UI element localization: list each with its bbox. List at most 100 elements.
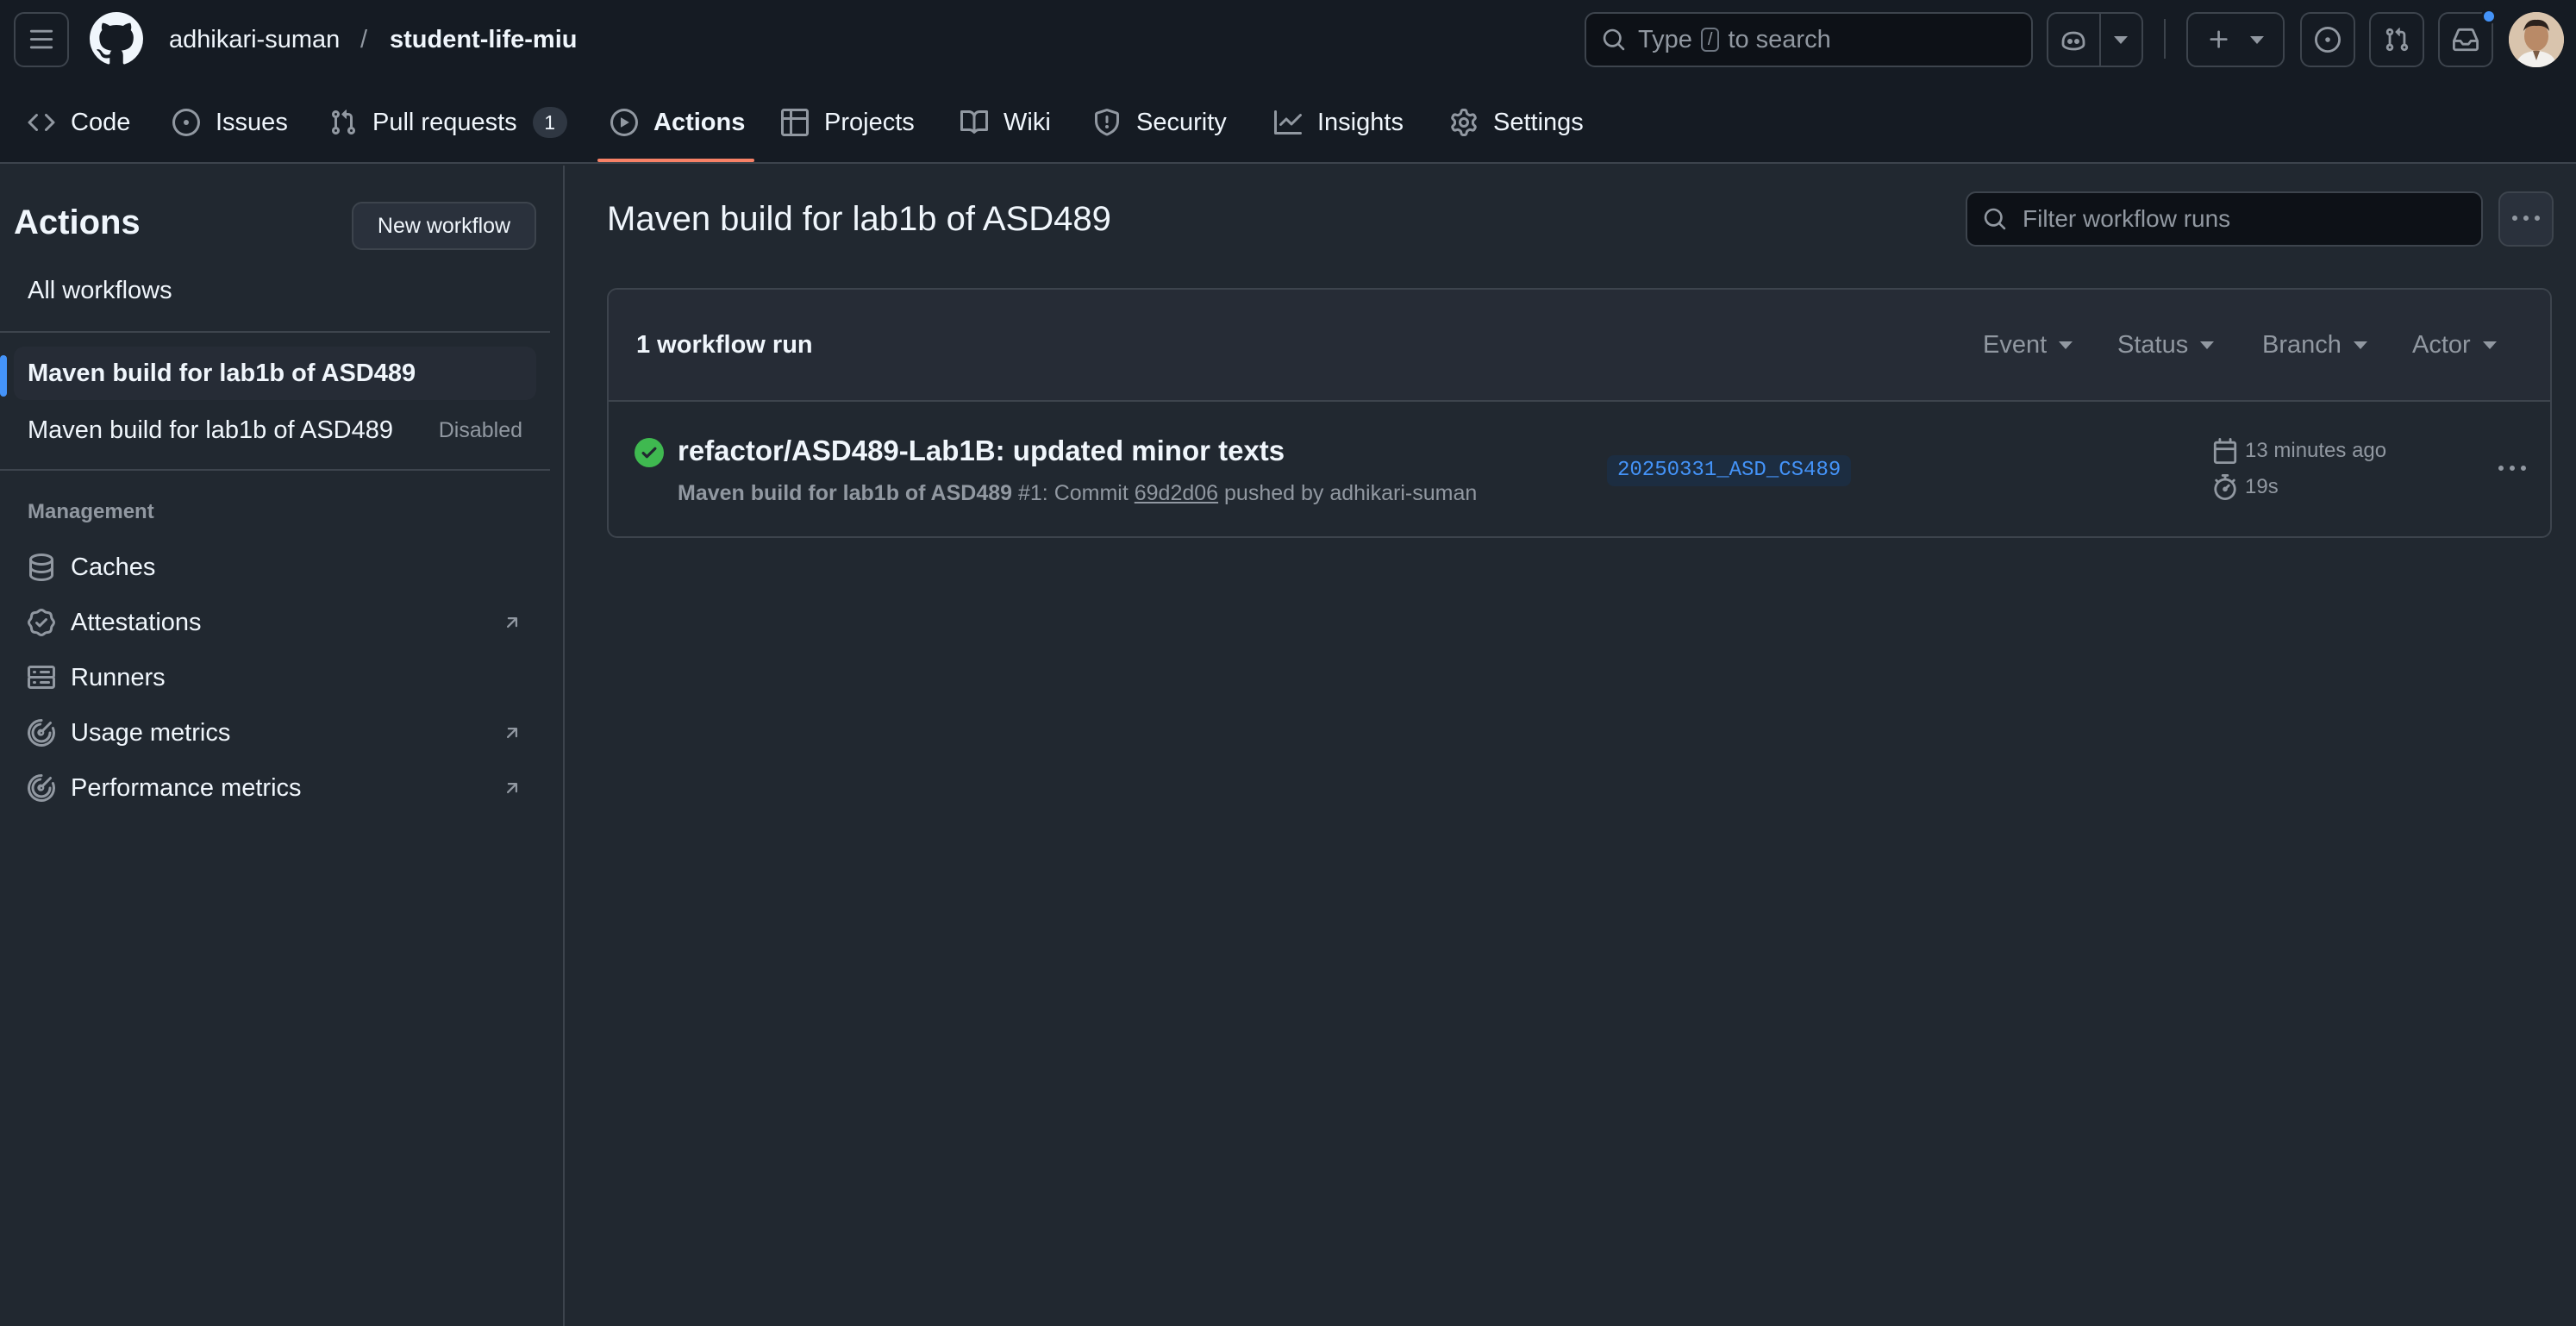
new-workflow-button[interactable]: New workflow bbox=[352, 202, 536, 250]
code-icon bbox=[28, 113, 55, 132]
graph-icon bbox=[1274, 110, 1302, 134]
meter-icon bbox=[28, 774, 55, 802]
copilot-icon bbox=[2062, 31, 2085, 51]
run-timestamp: 13 minutes ago bbox=[2212, 438, 2386, 464]
create-new-button[interactable] bbox=[2186, 12, 2285, 67]
filter-workflow-runs-input[interactable]: Filter workflow runs bbox=[1966, 191, 2483, 247]
run-commit-prefix: : Commit bbox=[1041, 481, 1129, 505]
chevron-down-icon bbox=[2114, 35, 2129, 44]
sidebar-item-all-workflows[interactable]: All workflows bbox=[14, 264, 536, 317]
inbox-icon bbox=[2453, 28, 2479, 52]
status-filter-dropdown[interactable]: Status bbox=[2117, 331, 2215, 360]
event-filter-dropdown[interactable]: Event bbox=[1983, 331, 2073, 360]
meter-icon bbox=[28, 719, 55, 747]
filter-label: Status bbox=[2117, 331, 2189, 359]
runs-list-header: 1 workflow run Event Status Branch Actor bbox=[609, 290, 2550, 402]
link-external-icon bbox=[506, 783, 518, 794]
tab-issues[interactable]: Issues bbox=[172, 102, 288, 143]
avatar[interactable] bbox=[2509, 12, 2564, 67]
kebab-horizontal-icon bbox=[2498, 466, 2526, 471]
page-title: Maven build for lab1b of ASD489 bbox=[607, 200, 1111, 238]
branch-filter-dropdown[interactable]: Branch bbox=[2262, 331, 2367, 360]
search-icon bbox=[1603, 28, 1625, 51]
runs-count: 1 workflow run bbox=[636, 331, 813, 359]
tab-label: Wiki bbox=[1004, 108, 1051, 136]
play-icon bbox=[610, 109, 638, 136]
tab-wiki[interactable]: Wiki bbox=[960, 102, 1051, 143]
menu-button[interactable] bbox=[14, 12, 69, 67]
run-duration: 19s bbox=[2212, 474, 2279, 500]
book-icon bbox=[960, 109, 988, 134]
git-pull-request-icon bbox=[2385, 28, 2409, 52]
issue-opened-icon bbox=[2315, 27, 2341, 53]
tab-actions[interactable]: Actions bbox=[610, 102, 745, 143]
tab-security[interactable]: Security bbox=[1093, 102, 1227, 143]
copilot-button-group bbox=[2047, 12, 2143, 67]
sidebar-item-usage-metrics[interactable]: Usage metrics bbox=[14, 707, 536, 759]
tab-label: Projects bbox=[824, 108, 915, 136]
sidebar-item-label: All workflows bbox=[28, 276, 172, 304]
issues-button[interactable] bbox=[2300, 12, 2355, 67]
breadcrumb-owner[interactable]: adhikari-suman bbox=[169, 22, 340, 57]
tab-pull-requests[interactable]: Pull requests 1 bbox=[329, 102, 567, 143]
sidebar-item-label: Maven build for lab1b of ASD489 bbox=[28, 359, 416, 387]
chevron-down-icon bbox=[2200, 341, 2215, 349]
sidebar-title: Actions bbox=[14, 203, 141, 241]
sidebar-item-attestations[interactable]: Attestations bbox=[14, 597, 536, 648]
gear-icon bbox=[1451, 109, 1477, 136]
sidebar-divider bbox=[0, 331, 550, 333]
github-logo-icon bbox=[90, 12, 143, 65]
github-logo-link[interactable] bbox=[90, 12, 143, 66]
sidebar-item-performance-metrics[interactable]: Performance metrics bbox=[14, 762, 536, 814]
copilot-dropdown-button[interactable] bbox=[2101, 14, 2141, 66]
sidebar-item-label: Attestations bbox=[71, 608, 202, 636]
sidebar-item-workflow-disabled[interactable]: Maven build for lab1b of ASD489 Disabled bbox=[14, 403, 536, 457]
sidebar-item-caches[interactable]: Caches bbox=[14, 541, 536, 593]
tab-label: Code bbox=[71, 108, 131, 136]
branch-label[interactable]: 20250331_ASD_CS489 bbox=[1607, 455, 1852, 486]
run-title-link[interactable]: refactor/ASD489-Lab1B: updated minor tex… bbox=[678, 435, 1285, 467]
filter-label: Actor bbox=[2412, 331, 2471, 359]
copilot-button[interactable] bbox=[2048, 14, 2101, 66]
tab-label: Actions bbox=[653, 108, 746, 136]
link-external-icon bbox=[506, 728, 518, 739]
run-pushed-by: pushed by adhikari-suman bbox=[1224, 481, 1478, 505]
run-options-button[interactable] bbox=[2488, 448, 2536, 490]
tab-label: Pull requests bbox=[372, 108, 517, 136]
link-external-icon bbox=[506, 617, 518, 629]
sidebar-divider bbox=[0, 469, 550, 471]
tab-projects[interactable]: Projects bbox=[781, 102, 915, 143]
commit-sha-link[interactable]: 69d2d06 bbox=[1135, 481, 1218, 505]
tab-label: Settings bbox=[1493, 108, 1584, 136]
selected-indicator bbox=[0, 355, 7, 397]
chevron-down-icon bbox=[2353, 341, 2367, 349]
sidebar-item-label: Runners bbox=[71, 663, 166, 691]
table-icon bbox=[781, 109, 809, 136]
kebab-horizontal-icon bbox=[2512, 216, 2540, 221]
tab-code[interactable]: Code bbox=[28, 102, 130, 143]
global-search-input[interactable]: Type / to search bbox=[1585, 12, 2033, 67]
workflow-options-button[interactable] bbox=[2498, 191, 2554, 247]
sidebar-item-runners[interactable]: Runners bbox=[14, 652, 536, 704]
breadcrumb-repo[interactable]: student-life-miu bbox=[390, 22, 578, 57]
tab-label: Security bbox=[1136, 108, 1227, 136]
sidebar-item-label: Usage metrics bbox=[71, 718, 231, 747]
shield-icon bbox=[1095, 109, 1119, 136]
chevron-down-icon bbox=[2250, 35, 2264, 44]
stopwatch-icon bbox=[2214, 474, 2236, 500]
search-icon bbox=[1984, 208, 2006, 230]
tab-label: Issues bbox=[216, 108, 288, 136]
run-meta: Maven build for lab1b of ASD489 #1: Comm… bbox=[678, 481, 1477, 506]
actor-filter-dropdown[interactable]: Actor bbox=[2412, 331, 2497, 360]
filter-label: Event bbox=[1983, 331, 2048, 359]
workflow-runs-list: 1 workflow run Event Status Branch Actor… bbox=[607, 288, 2552, 538]
run-workflow-name: Maven build for lab1b of ASD489 bbox=[678, 481, 1013, 505]
tab-insights[interactable]: Insights bbox=[1274, 102, 1404, 143]
tab-settings[interactable]: Settings bbox=[1450, 102, 1584, 143]
filter-label: Branch bbox=[2262, 331, 2342, 359]
pull-requests-button[interactable] bbox=[2369, 12, 2424, 67]
search-suffix: to search bbox=[1728, 25, 1831, 53]
sidebar-item-workflow-active[interactable]: Maven build for lab1b of ASD489 bbox=[14, 347, 536, 400]
hamburger-icon bbox=[29, 29, 53, 49]
chevron-down-icon bbox=[2482, 341, 2497, 349]
